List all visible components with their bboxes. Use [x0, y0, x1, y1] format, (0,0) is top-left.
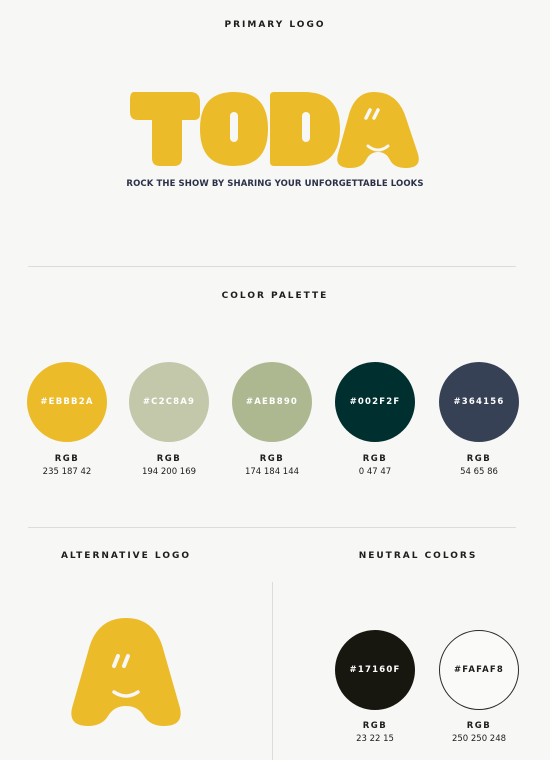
swatch-hex-label: #002F2F: [349, 397, 401, 407]
swatch-ebbb2a: #EBBB2A: [27, 362, 107, 442]
swatch-rgb-value: 250 250 248: [451, 734, 507, 744]
swatch-rgb-value: 0 47 47: [358, 467, 392, 477]
swatch-rgb-label: RGB: [54, 454, 80, 464]
swatch-rgb-value: 54 65 86: [460, 467, 498, 477]
swatch-rgb-label: RGB: [466, 721, 492, 731]
section-divider-1: [28, 266, 516, 267]
swatch-fafaf8: #FAFAF8: [439, 630, 519, 710]
toda-wordmark-logo: [130, 92, 419, 168]
swatch-hex-label: #AEB890: [245, 397, 299, 407]
alternative-logo: [68, 616, 184, 728]
swatch-rgb-value: 194 200 169: [141, 467, 197, 477]
alternative-logo-heading: ALTERNATIVE LOGO: [60, 551, 192, 561]
swatch-rgb-label: RGB: [362, 721, 388, 731]
swatch-rgb-label: RGB: [362, 454, 388, 464]
swatch-hex-label: #C2C8A9: [142, 397, 196, 407]
swatch-rgb-value: 174 184 144: [244, 467, 300, 477]
logo-tagline: ROCK THE SHOW BY SHARING YOUR UNFORGETTA…: [126, 179, 424, 189]
swatch-rgb-label: RGB: [156, 454, 182, 464]
neutral-colors-heading: NEUTRAL COLORS: [358, 551, 478, 561]
swatch-rgb-label: RGB: [466, 454, 492, 464]
swatch-rgb-label: RGB: [259, 454, 285, 464]
swatch-17160f: #17160F: [335, 630, 415, 710]
swatch-rgb-value: 23 22 15: [356, 734, 394, 744]
a-mark-logo: [71, 618, 181, 726]
swatch-002f2f: #002F2F: [335, 362, 415, 442]
vertical-divider: [272, 582, 273, 760]
color-palette-heading: COLOR PALETTE: [221, 291, 329, 301]
primary-logo: [128, 88, 420, 170]
swatch-hex-label: #364156: [453, 397, 505, 407]
swatch-hex-label: #FAFAF8: [453, 665, 505, 675]
primary-logo-heading: PRIMARY LOGO: [224, 20, 326, 30]
swatch-hex-label: #EBBB2A: [40, 397, 94, 407]
swatch-364156: #364156: [439, 362, 519, 442]
section-divider-2: [28, 527, 516, 528]
swatch-c2c8a9: #C2C8A9: [129, 362, 209, 442]
swatch-aeb890: #AEB890: [232, 362, 312, 442]
swatch-rgb-value: 235 187 42: [42, 467, 92, 477]
swatch-hex-label: #17160F: [349, 665, 401, 675]
